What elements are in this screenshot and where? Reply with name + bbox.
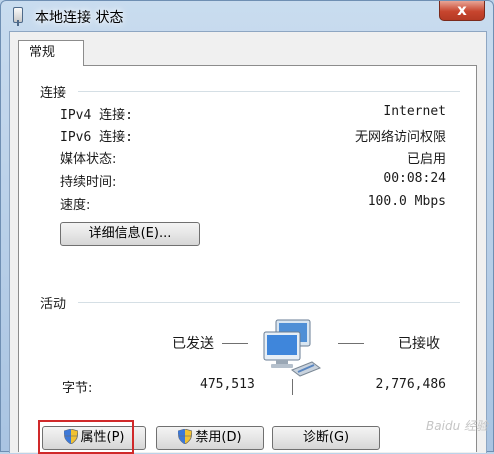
close-button[interactable]: x [439,1,485,21]
duration-value: 00:08:24 [383,171,446,186]
activity-connector-line [292,379,293,395]
sent-label: 已发送 [172,336,214,352]
connection-group-title: 连接 [40,86,67,101]
duration-label: 持续时间: [60,175,117,190]
media-state-value: 已启用 [406,152,446,167]
ipv6-label: IPv6 连接: [60,130,133,145]
speed-label: 速度: [60,198,91,213]
connection-group-line [78,91,460,92]
bytes-sent-value: 475,513 [200,377,255,392]
window-title: 本地连接 状态 [35,10,124,26]
details-button[interactable]: 详细信息(E)... [60,222,200,246]
speed-value: 100.0 Mbps [367,194,446,209]
uac-shield-icon [178,429,193,444]
disable-button-label: 禁用(D) [195,430,242,445]
bytes-label: 字节: [62,381,93,396]
network-computers-icon [263,319,322,377]
tab-general[interactable]: 常规 [18,40,84,66]
network-adapter-icon [13,7,23,26]
diagnose-button[interactable]: 诊断(G) [272,426,380,450]
sent-line [222,343,248,344]
received-line [338,343,364,344]
properties-highlight-box [38,420,134,454]
received-label: 已接收 [398,336,440,352]
media-state-label: 媒体状态: [60,152,117,167]
ipv6-value: 无网络访问权限 [354,130,446,145]
watermark-text: Baidu 经验 [426,419,488,433]
activity-group-line [78,302,460,303]
disable-button[interactable]: 禁用(D) [156,426,264,450]
ipv4-label: IPv4 连接: [60,108,133,123]
activity-group-title: 活动 [40,297,67,312]
title-bar[interactable]: 本地连接 状态 x [1,1,493,31]
bytes-received-value: 2,776,486 [375,377,446,392]
ipv4-value: Internet [383,104,446,119]
